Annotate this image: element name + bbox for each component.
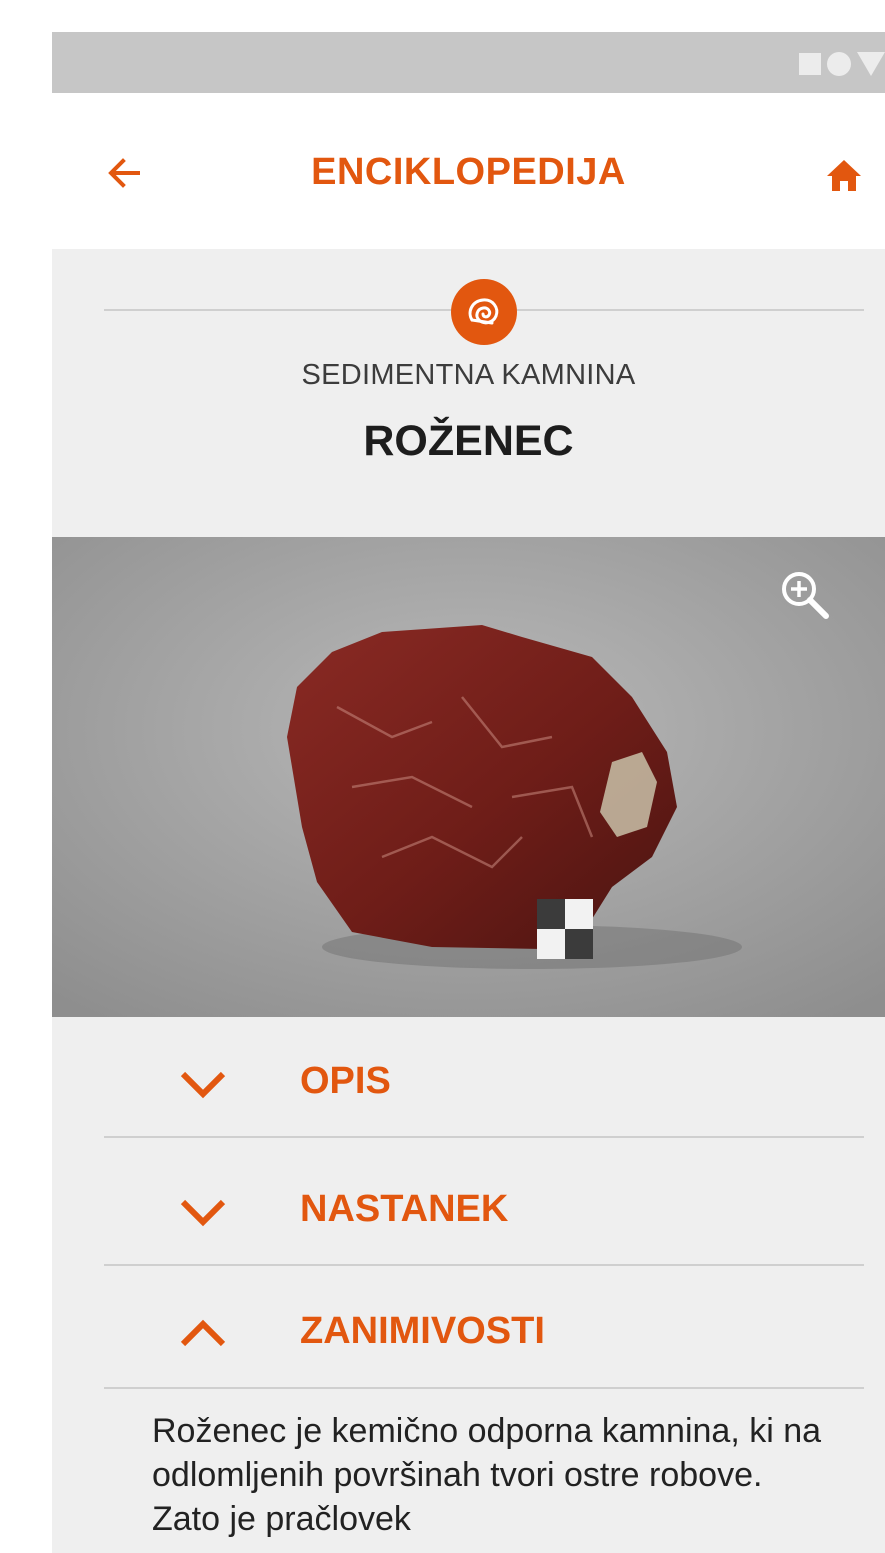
content-area: SEDIMENTNA KAMNINA ROŽENEC OPIS NASTANEK… xyxy=(52,249,885,1553)
app-screen: ENCIKLOPEDIJA SEDIMENTNA KAMNINA ROŽENEC xyxy=(52,32,885,1553)
category-label: SEDIMENTNA KAMNINA xyxy=(301,359,636,391)
section-zanimivosti[interactable]: ZANIMIVOSTI xyxy=(52,1284,885,1384)
square-icon xyxy=(799,53,821,75)
triangle-icon xyxy=(857,52,885,76)
rock-image xyxy=(52,537,885,1017)
divider xyxy=(104,1264,864,1266)
section-label: NASTANEK xyxy=(300,1188,509,1230)
ammonite-icon xyxy=(468,298,499,325)
rock-photo[interactable] xyxy=(52,537,885,1017)
section-label: ZANIMIVOSTI xyxy=(300,1310,545,1352)
status-bar xyxy=(52,32,885,93)
divider xyxy=(104,1387,864,1389)
divider xyxy=(104,1136,864,1138)
chevron-down-icon xyxy=(180,1071,226,1099)
section-description: Roženec je kemično odporna kamnina, ki n… xyxy=(152,1412,822,1539)
home-icon xyxy=(827,160,861,191)
chevron-up-icon xyxy=(180,1319,226,1347)
app-header: ENCIKLOPEDIJA xyxy=(52,93,885,249)
circle-icon xyxy=(827,52,851,76)
category-badge xyxy=(451,279,517,345)
page-title: ENCIKLOPEDIJA xyxy=(311,151,626,193)
item-title: ROŽENEC xyxy=(363,417,574,465)
zoom-in-icon xyxy=(782,572,829,619)
section-nastanek[interactable]: NASTANEK xyxy=(52,1162,885,1262)
section-label: OPIS xyxy=(300,1060,391,1102)
section-opis[interactable]: OPIS xyxy=(52,1034,885,1134)
home-button[interactable] xyxy=(824,155,864,195)
chevron-down-icon xyxy=(180,1199,226,1227)
zoom-button[interactable] xyxy=(777,567,833,623)
